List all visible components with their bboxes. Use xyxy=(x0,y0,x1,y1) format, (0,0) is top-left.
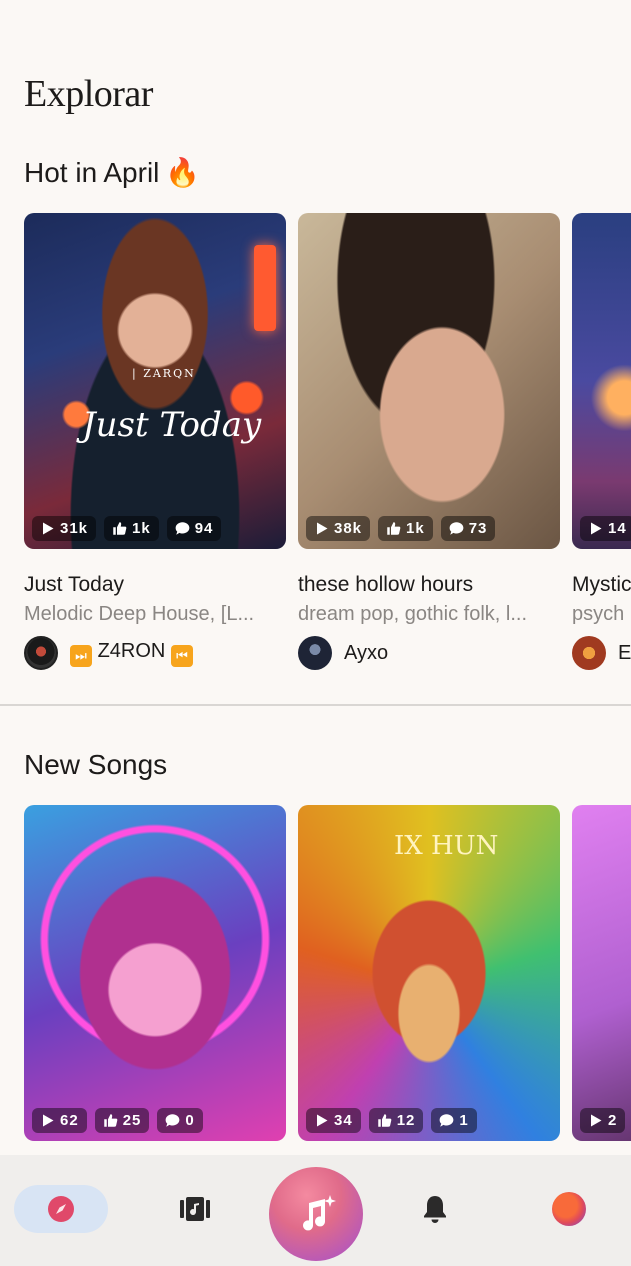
plays-stat: 34 xyxy=(306,1108,361,1133)
play-icon xyxy=(591,1114,602,1127)
likes-stat[interactable]: 1k xyxy=(104,516,159,541)
thumbs-up-icon xyxy=(387,522,401,535)
song-card[interactable]: 62 25 0 xyxy=(24,805,286,1141)
song-genre: dream pop, gothic folk, l... xyxy=(298,603,528,625)
comments-stat[interactable]: 1 xyxy=(431,1108,477,1133)
likes-stat[interactable]: 25 xyxy=(94,1108,150,1133)
song-title[interactable]: these hollow hours xyxy=(298,573,560,597)
skip-forward-icon: ⏭ xyxy=(70,644,92,667)
author-name: Z4RON xyxy=(97,639,166,662)
play-icon xyxy=(317,1114,328,1127)
thumbs-up-icon xyxy=(103,1114,118,1127)
comment-icon xyxy=(175,522,190,535)
likes-stat[interactable]: 1k xyxy=(378,516,433,541)
music-sparkle-icon xyxy=(303,1195,336,1231)
nav-profile[interactable] xyxy=(546,1185,592,1233)
song-stats: 34 12 1 xyxy=(306,1108,477,1133)
nav-explore[interactable] xyxy=(14,1185,108,1233)
hot-songs-row: | ZARQN Just Today 31k 1k 94 Just Today … xyxy=(24,213,631,670)
bottom-nav xyxy=(0,1155,631,1266)
song-card[interactable]: 2 xyxy=(572,805,631,1141)
song-author[interactable]: ⏭ Z4RON ⏮ xyxy=(24,636,286,670)
plays-stat: 2 xyxy=(580,1108,626,1133)
song-author[interactable]: E xyxy=(572,636,631,670)
avatar[interactable] xyxy=(24,636,58,670)
play-icon xyxy=(43,1114,54,1127)
cover-brand-text: | ZARQN xyxy=(132,367,196,380)
song-stats: 62 25 0 xyxy=(32,1108,203,1133)
song-card[interactable]: | ZARQN Just Today 31k 1k 94 Just Today … xyxy=(24,213,286,670)
song-stats: 38k 1k 73 xyxy=(306,516,496,541)
cover-title-text: IX HUN xyxy=(394,831,499,861)
new-songs-row: 62 25 0 IX HUN 34 12 1 2 xyxy=(24,805,631,1141)
nav-notifications[interactable] xyxy=(412,1185,458,1233)
song-cover[interactable]: 2 xyxy=(572,805,631,1141)
page-title: Explorar xyxy=(24,73,153,115)
profile-avatar xyxy=(552,1192,586,1226)
song-cover[interactable]: 14 xyxy=(572,213,631,549)
comment-icon xyxy=(449,522,464,535)
thumbs-up-icon xyxy=(377,1114,392,1127)
song-genre: psych xyxy=(572,603,625,625)
song-genre: Melodic Deep House, [L... xyxy=(24,603,255,625)
comments-stat[interactable]: 94 xyxy=(166,516,222,541)
comments-stat[interactable]: 0 xyxy=(157,1108,203,1133)
plays-stat: 38k xyxy=(306,516,371,541)
play-icon xyxy=(317,522,328,535)
nav-create-button[interactable] xyxy=(269,1167,363,1261)
skip-back-icon: ⏮ xyxy=(170,644,193,667)
section-divider xyxy=(0,704,631,706)
bell-icon xyxy=(424,1196,446,1223)
song-stats: 14 xyxy=(580,516,631,541)
song-card[interactable]: 38k 1k 73 these hollow hours dream pop, … xyxy=(298,213,560,670)
author-name: Ayxo xyxy=(344,641,389,664)
section-title-text: Hot in April xyxy=(24,157,160,188)
section-title-hot: Hot in April 🔥 xyxy=(24,156,200,189)
song-cover[interactable]: IX HUN 34 12 1 xyxy=(298,805,560,1141)
thumbs-up-icon xyxy=(113,522,127,535)
song-stats: 31k 1k 94 xyxy=(32,516,222,541)
song-title[interactable]: Mystic xyxy=(572,573,631,597)
song-card[interactable]: 14 Mystic psych E xyxy=(572,213,631,670)
cover-title-text: Just Today xyxy=(82,405,262,445)
comment-icon xyxy=(440,1114,454,1127)
song-cover[interactable]: 38k 1k 73 xyxy=(298,213,560,549)
plays-stat: 31k xyxy=(32,516,97,541)
plays-stat: 62 xyxy=(32,1108,87,1133)
section-title-new: New Songs xyxy=(24,749,168,780)
plays-stat: 14 xyxy=(580,516,631,541)
song-cover[interactable]: 62 25 0 xyxy=(24,805,286,1141)
song-cover[interactable]: | ZARQN Just Today 31k 1k 94 xyxy=(24,213,286,549)
compass-icon xyxy=(48,1196,74,1222)
comment-icon xyxy=(166,1114,180,1127)
avatar[interactable] xyxy=(298,636,332,670)
avatar[interactable] xyxy=(572,636,606,670)
song-card[interactable]: IX HUN 34 12 1 xyxy=(298,805,560,1141)
likes-stat[interactable]: 12 xyxy=(368,1108,424,1133)
nav-library[interactable] xyxy=(170,1185,220,1233)
play-icon xyxy=(43,522,54,535)
song-author[interactable]: Ayxo xyxy=(298,636,560,670)
library-icon xyxy=(180,1197,210,1221)
play-icon xyxy=(591,522,602,535)
comments-stat[interactable]: 73 xyxy=(440,516,496,541)
author-name: E xyxy=(618,641,631,664)
song-stats: 2 xyxy=(580,1108,626,1133)
song-title[interactable]: Just Today xyxy=(24,573,286,597)
fire-icon: 🔥 xyxy=(165,157,201,188)
